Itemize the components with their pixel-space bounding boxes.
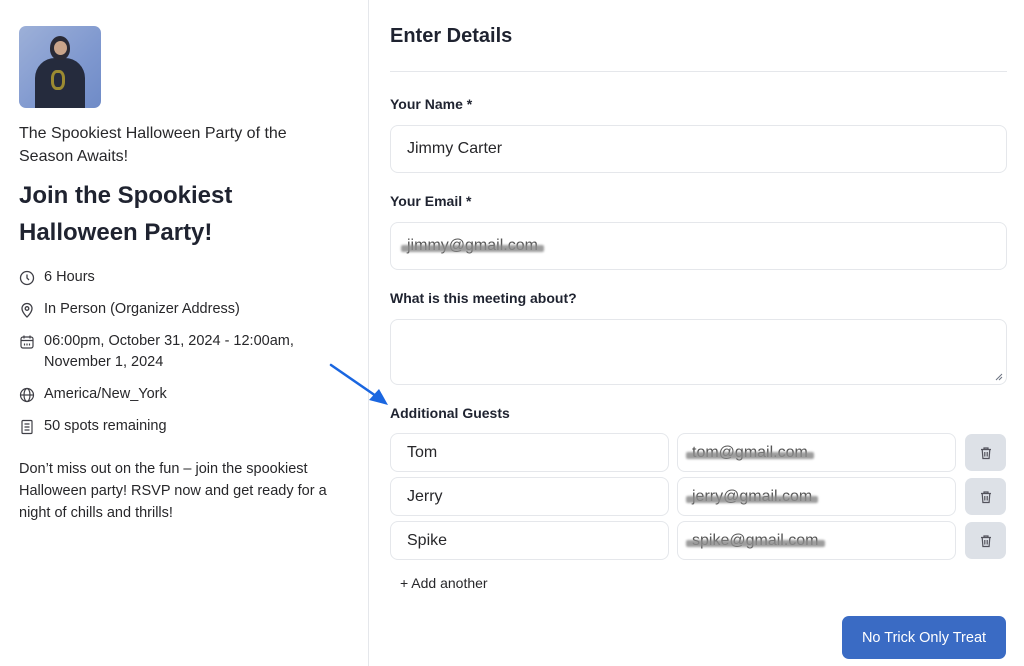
guest-row: Jerry jerry@gmail.com [390,477,1007,516]
organizer-avatar [19,26,101,108]
booking-form: Enter Details Your Name * Jimmy Carter Y… [390,0,1007,593]
form-title: Enter Details [390,25,513,47]
location-pin-icon [19,302,35,318]
name-input-value: Jimmy Carter [407,140,503,157]
event-title: Join the Spookiest Halloween Party! [19,182,233,246]
meta-spots-text: 50 spots remaining [44,418,167,434]
email-input[interactable]: jimmy@gmail.com [390,222,1007,270]
meta-timezone: America/New_York [19,384,349,405]
meta-datetime: 06:00pm, October 31, 2024 - 12:00am, Nov… [19,331,349,373]
event-meta-list: 6 Hours In Person (Organizer Address) 06… [19,267,349,437]
guest-list: Tom tom@gmail.com Jerry jerry@gmail.com … [390,433,1007,560]
delete-guest-button[interactable] [965,478,1006,515]
guest-name-value: Jerry [407,487,443,505]
resize-handle-icon[interactable] [995,373,1003,381]
email-label: Your Email * [390,193,472,209]
trash-icon [980,446,991,459]
guest-email-value: tom@gmail.com [692,443,808,461]
additional-guests-label: Additional Guests [390,405,510,421]
clock-icon [19,270,35,286]
meta-datetime-text: 06:00pm, October 31, 2024 - 12:00am, Nov… [44,333,294,370]
add-another-guest-button[interactable]: + Add another [400,575,488,591]
guest-email-input[interactable]: spike@gmail.com [677,521,956,560]
email-input-value: jimmy@gmail.com [407,237,538,254]
guest-row: Tom tom@gmail.com [390,433,1007,472]
form-divider [390,71,1007,72]
trash-icon [980,490,991,503]
guest-email-value: jerry@gmail.com [692,487,813,505]
name-input[interactable]: Jimmy Carter [390,125,1007,173]
trash-icon [980,534,991,547]
meta-duration-text: 6 Hours [44,269,95,285]
delete-guest-button[interactable] [965,434,1006,471]
meta-duration: 6 Hours [19,267,349,288]
meta-timezone-text: America/New_York [44,386,167,402]
annotation-arrow-icon [329,363,388,405]
meeting-about-label: What is this meeting about? [390,290,577,306]
guest-email-input[interactable]: tom@gmail.com [677,433,956,472]
guest-email-value: spike@gmail.com [692,531,819,549]
name-label: Your Name * [390,96,473,112]
meta-location-text: In Person (Organizer Address) [44,301,240,317]
guest-name-value: Spike [407,531,448,549]
meeting-about-textarea[interactable] [390,319,1007,385]
globe-icon [19,387,35,403]
guest-row: Spike spike@gmail.com [390,521,1007,560]
meta-location: In Person (Organizer Address) [19,299,349,320]
guest-name-value: Tom [407,443,438,461]
guest-email-input[interactable]: jerry@gmail.com [677,477,956,516]
calendar-icon [19,334,35,350]
delete-guest-button[interactable] [965,522,1006,559]
document-icon [19,419,35,435]
guest-name-input[interactable]: Tom [390,433,669,472]
submit-button[interactable]: No Trick Only Treat [842,616,1006,659]
guest-name-input[interactable]: Spike [390,521,669,560]
guest-name-input[interactable]: Jerry [390,477,669,516]
event-description: Don’t miss out on the fun – join the spo… [19,461,327,521]
event-subtitle: The Spookiest Halloween Party of the Sea… [19,125,287,165]
meta-spots: 50 spots remaining [19,416,349,437]
event-details-panel: The Spookiest Halloween Party of the Sea… [0,0,369,666]
